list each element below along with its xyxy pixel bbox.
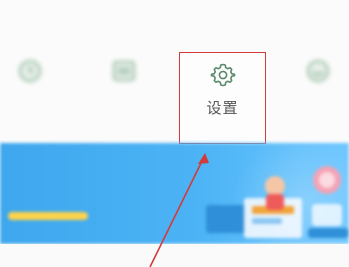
card-icon [113, 61, 135, 81]
tool-item-1[interactable] [0, 58, 60, 118]
tool-item-4[interactable] [288, 58, 348, 118]
banner-illustration [206, 166, 348, 238]
service-icon [307, 60, 329, 82]
settings-label: 设置 [206, 99, 239, 117]
tool-item-2[interactable] [94, 58, 154, 118]
bottom-area [0, 244, 349, 267]
settings-button[interactable]: 设置 [179, 52, 266, 144]
clock-icon [19, 60, 41, 82]
gear-icon [210, 63, 236, 87]
banner-cta-bar[interactable] [8, 212, 88, 220]
app-screen: 设置 [0, 0, 349, 267]
